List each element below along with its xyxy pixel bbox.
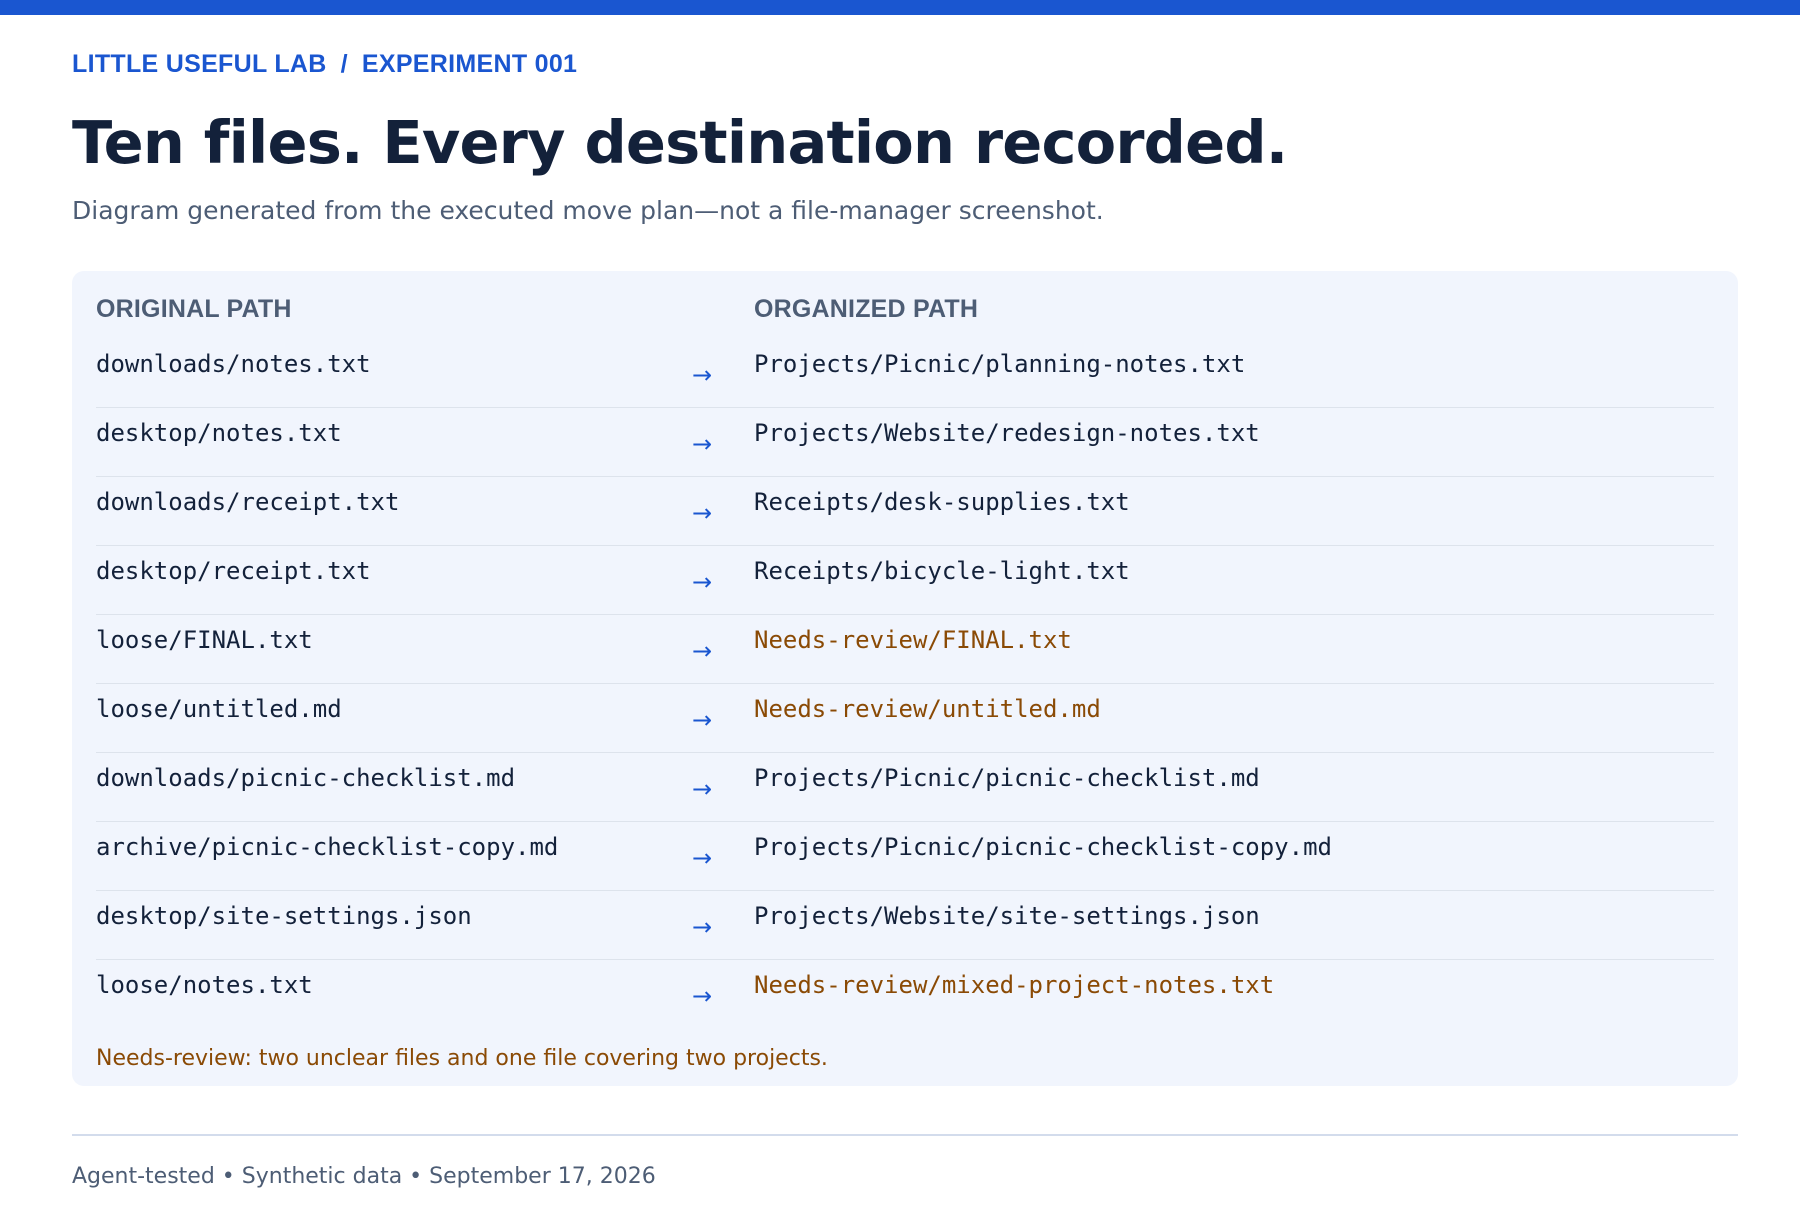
organized-path-needs-review: Needs-review/FINAL.txt (754, 626, 1072, 654)
arrow-right-icon: → (692, 430, 713, 458)
organized-path: Projects/Picnic/planning-notes.txt (754, 350, 1246, 378)
table-row: loose/FINAL.txt → Needs-review/FINAL.txt (96, 615, 1714, 684)
move-plan-panel: ORIGINAL PATH ORGANIZED PATH downloads/n… (72, 271, 1738, 1086)
table-row: loose/untitled.md → Needs-review/untitled.… (96, 684, 1714, 753)
breadcrumb: LITTLE USEFUL LAB / EXPERIMENT 001 (72, 50, 577, 79)
original-path: loose/notes.txt (96, 971, 313, 999)
original-path: loose/untitled.md (96, 695, 342, 723)
page-subtitle: Diagram generated from the executed move… (72, 196, 1104, 225)
needs-review-note: Needs-review: two unclear files and one … (96, 1046, 828, 1071)
arrow-right-icon: → (692, 706, 713, 734)
move-plan-rows: downloads/notes.txt → Projects/Picnic/plan… (96, 339, 1714, 1028)
column-header-original: ORIGINAL PATH (96, 295, 292, 323)
original-path: desktop/receipt.txt (96, 557, 371, 585)
organized-path-needs-review: Needs-review/mixed-project-notes.txt (754, 971, 1275, 999)
breadcrumb-experiment: EXPERIMENT 001 (361, 50, 578, 78)
original-path: downloads/receipt.txt (96, 488, 400, 516)
organized-path: Receipts/bicycle-light.txt (754, 557, 1130, 585)
arrow-right-icon: → (692, 361, 713, 389)
table-row: loose/notes.txt → Needs-review/mixed-proje… (96, 960, 1714, 1028)
table-row: desktop/site-settings.json → Projects/Webs… (96, 891, 1714, 960)
organized-path: Projects/Website/site-settings.json (754, 902, 1260, 930)
organized-path: Receipts/desk-supplies.txt (754, 488, 1130, 516)
footer-divider (72, 1134, 1738, 1136)
breadcrumb-lab: LITTLE USEFUL LAB (72, 50, 327, 78)
table-row: desktop/notes.txt → Projects/Website/redes… (96, 408, 1714, 477)
table-row: downloads/picnic-checklist.md → Projects/P… (96, 753, 1714, 822)
original-path: desktop/site-settings.json (96, 902, 472, 930)
arrow-right-icon: → (692, 913, 713, 941)
arrow-right-icon: → (692, 637, 713, 665)
original-path: loose/FINAL.txt (96, 626, 313, 654)
table-row: archive/picnic-checklist-copy.md → Project… (96, 822, 1714, 891)
arrow-right-icon: → (692, 844, 713, 872)
organized-path-needs-review: Needs-review/untitled.md (754, 695, 1101, 723)
breadcrumb-separator: / (340, 50, 348, 78)
page-title: Ten files. Every destination recorded. (72, 108, 1288, 177)
original-path: downloads/picnic-checklist.md (96, 764, 516, 792)
table-row: downloads/notes.txt → Projects/Picnic/plan… (96, 339, 1714, 408)
table-row: downloads/receipt.txt → Receipts/desk-supp… (96, 477, 1714, 546)
original-path: archive/picnic-checklist-copy.md (96, 833, 559, 861)
table-row: desktop/receipt.txt → Receipts/bicycle-lig… (96, 546, 1714, 615)
original-path: downloads/notes.txt (96, 350, 371, 378)
column-header-organized: ORGANIZED PATH (754, 295, 979, 323)
arrow-right-icon: → (692, 775, 713, 803)
original-path: desktop/notes.txt (96, 419, 342, 447)
footer-meta: Agent-tested • Synthetic data • Septembe… (72, 1164, 656, 1189)
arrow-right-icon: → (692, 568, 713, 596)
organized-path: Projects/Picnic/picnic-checklist.md (754, 764, 1260, 792)
arrow-right-icon: → (692, 982, 713, 1010)
organized-path: Projects/Website/redesign-notes.txt (754, 419, 1260, 447)
top-accent-bar (0, 0, 1800, 15)
arrow-right-icon: → (692, 499, 713, 527)
organized-path: Projects/Picnic/picnic-checklist-copy.md (754, 833, 1332, 861)
